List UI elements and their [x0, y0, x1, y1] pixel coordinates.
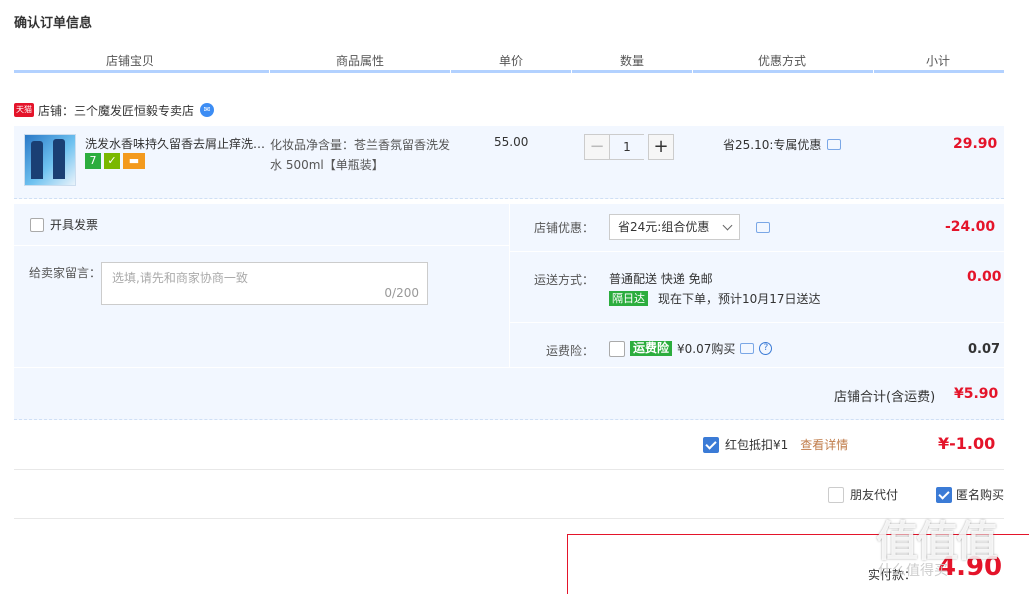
product-thumbnail[interactable] [24, 134, 76, 186]
quantity-input[interactable]: 1 [610, 134, 644, 160]
message-icon[interactable] [740, 343, 755, 354]
redpacket-label: 红包抵扣¥1 [725, 438, 789, 452]
tmall-badge: 天猫 [14, 103, 34, 117]
panel-divider [510, 322, 1004, 323]
guarantee-icon: ✓ [104, 153, 120, 169]
chevron-down-icon [722, 220, 733, 231]
friend-pay-checkbox[interactable] [828, 486, 844, 503]
message-label: 给卖家留言： [29, 266, 102, 280]
shop-row: 天猫 店铺：三个魔发匠恒毅专卖店 ✉ [14, 100, 215, 120]
insurance-option: 运费险 ¥0.07购买 ? [609, 340, 773, 357]
help-icon[interactable]: ? [759, 342, 773, 355]
redpacket-checkbox[interactable] [703, 436, 719, 453]
product-service-icons: 7 ✓ ▬ [85, 153, 145, 169]
friend-pay-option: 朋友代付 [828, 486, 898, 503]
insurance-checkbox[interactable] [609, 340, 625, 357]
quantity-stepper: − 1 + [584, 134, 674, 160]
next-day-badge: 隔日达 [609, 291, 648, 306]
divider [14, 518, 1004, 519]
table-header: 店铺宝贝 商品属性 单价 数量 优惠方式 小计 [14, 48, 1004, 73]
credit-card-icon: ▬ [123, 153, 145, 169]
header-separator [873, 70, 874, 73]
message-placeholder: 选填,请先和商家协商一致 [112, 271, 248, 285]
view-details-link[interactable]: 查看详情 [800, 436, 848, 453]
shipping-eta-row: 隔日达 现在下单，预计10月17日送达 [609, 290, 821, 307]
insurance-label: 运费险： [546, 344, 595, 358]
promotion-text: 省25.10:专属优惠 [723, 138, 822, 152]
col-header-discount: 优惠方式 [758, 54, 807, 68]
attr-line: 化妆品净含量：苍兰香氛留香洗发 [270, 138, 451, 152]
seven-day-return-icon: 7 [85, 153, 101, 169]
anonymous-checkbox[interactable] [936, 486, 952, 503]
shipping-amount: 0.00 [967, 269, 1002, 285]
message-icon[interactable] [756, 222, 770, 233]
page-title: 确认订单信息 [14, 16, 93, 31]
header-separator [692, 70, 693, 73]
shop-discount-select[interactable]: 省24元:组合优惠 [609, 214, 740, 240]
insurance-price: ¥0.07购买 [677, 342, 736, 356]
header-separator [450, 70, 451, 73]
shop-total-amount: ¥5.90 [954, 386, 999, 402]
friend-pay-label: 朋友代付 [850, 488, 899, 502]
product-attributes: 化妆品净含量：苍兰香氛留香洗发 水 500ml【单瓶装】 [270, 135, 470, 175]
chat-icon[interactable]: ✉ [200, 103, 215, 117]
anonymous-label: 匿名购买 [956, 488, 1005, 502]
increase-button[interactable]: + [648, 134, 674, 160]
insurance-badge: 运费险 [630, 341, 673, 356]
divider [14, 469, 1004, 470]
invoice-checkbox[interactable] [30, 217, 44, 232]
item-subtotal: 29.90 [953, 136, 998, 152]
shop-total-label: 店铺合计(含运费) [834, 390, 936, 405]
shipping-label: 运送方式： [534, 273, 595, 287]
shop-discount-value: 省24元:组合优惠 [618, 220, 710, 234]
seller-message-input[interactable]: 选填,请先和商家协商一致 0/200 [101, 262, 428, 305]
col-header-unit-price: 单价 [499, 54, 524, 68]
col-header-quantity: 数量 [620, 54, 645, 68]
panel-divider [509, 204, 510, 367]
item-promotion: 省25.10:专属优惠 [723, 136, 842, 153]
redpacket-amount: ¥-1.00 [938, 434, 996, 453]
anonymous-option: 匿名购买 [936, 486, 1004, 503]
insurance-amount: 0.07 [968, 342, 1001, 357]
header-separator [571, 70, 572, 73]
shop-discount-amount: -24.00 [945, 219, 996, 235]
message-char-count: 0/200 [384, 286, 419, 300]
col-header-subtotal: 小计 [926, 54, 951, 68]
message-icon[interactable] [827, 139, 842, 150]
col-header-attributes: 商品属性 [336, 54, 385, 68]
panel-divider [510, 251, 1004, 252]
shipping-eta: 现在下单，预计10月17日送达 [658, 292, 821, 306]
decrease-button[interactable]: − [584, 134, 610, 160]
panel-divider [14, 245, 509, 246]
col-header-shop-item: 店铺宝贝 [106, 54, 155, 68]
shop-discount-label: 店铺优惠： [534, 221, 595, 235]
attr-line: 水 500ml【单瓶装】 [270, 158, 384, 172]
redpacket-option: 红包抵扣¥1 查看详情 [703, 436, 848, 453]
shop-name[interactable]: 店铺：三个魔发匠恒毅专卖店 [38, 102, 194, 119]
invoice-label: 开具发票 [50, 218, 99, 232]
product-name[interactable]: 洗发水香味持久留香去屑止痒洗… [85, 135, 265, 152]
invoice-option[interactable]: 开具发票 [30, 216, 98, 233]
shipping-method: 普通配送 快递 免邮 [609, 272, 713, 286]
header-separator [269, 70, 270, 73]
unit-price: 55.00 [494, 135, 529, 149]
panel-divider [14, 367, 1004, 368]
watermark-subtext: 什么值得买 [878, 563, 948, 579]
